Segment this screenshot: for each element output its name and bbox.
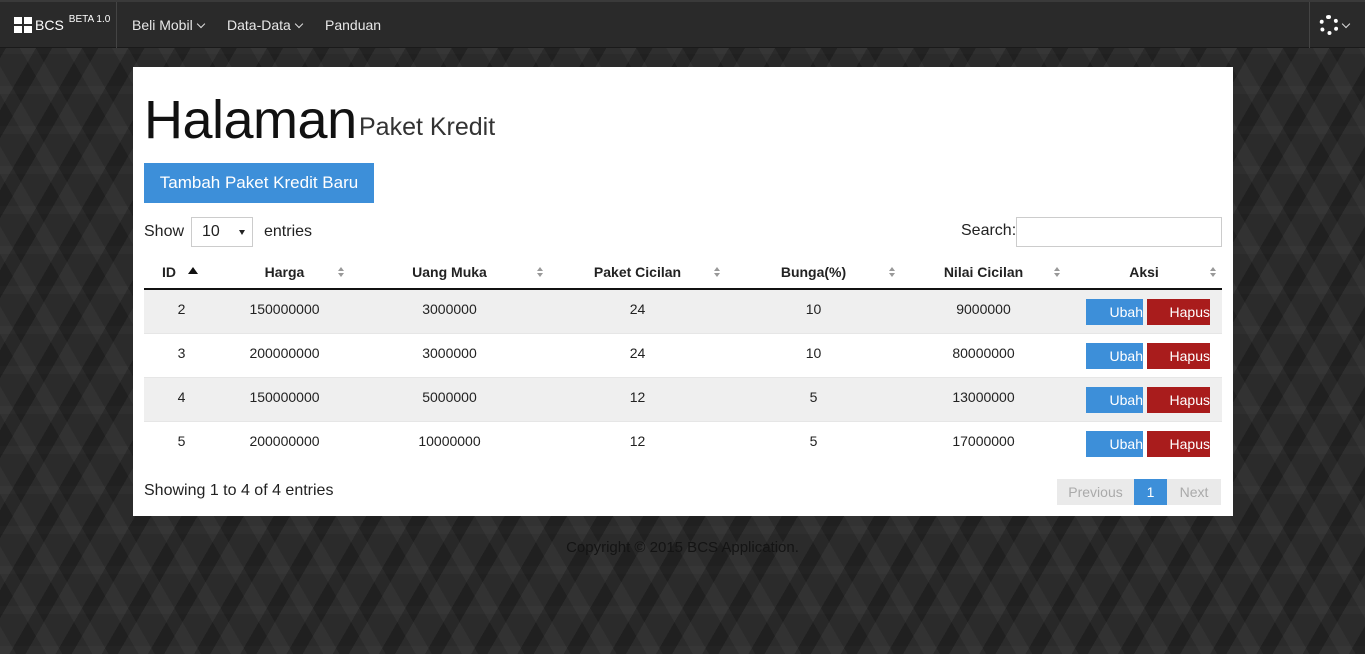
column-header-label: Paket Cicilan: [593, 264, 682, 280]
cell-uang-muka: 10000000: [418, 432, 481, 449]
cell-id: 2: [144, 289, 219, 334]
cell-bunga: 5: [726, 377, 901, 422]
column-header-nilai-cicilan[interactable]: Nilai Cicilan: [901, 256, 1066, 290]
navbar: BCS BETA 1.0 Beli Mobil Data-Data Pandua…: [0, 0, 1365, 48]
cell-uang-muka: 3000000: [350, 289, 549, 334]
page-title: Halaman: [144, 90, 357, 150]
nav-item-beli-mobil[interactable]: Beli Mobil: [132, 17, 205, 33]
brand[interactable]: BCS BETA 1.0: [14, 14, 111, 34]
cell-id: 4: [144, 377, 219, 422]
table-row: 5 200000000 10000000 12 5 17000000 Ubah H…: [144, 422, 1222, 466]
cell-aksi: Ubah Hapus: [1066, 289, 1222, 334]
column-header-label: ID: [162, 264, 176, 280]
delete-button[interactable]: Hapus: [1147, 298, 1210, 325]
sort-icon: [338, 267, 344, 277]
sort-icon: [537, 267, 543, 277]
edit-button[interactable]: Ubah: [1086, 342, 1143, 369]
sort-ascending-icon: [188, 267, 198, 274]
column-header-paket-cicilan[interactable]: Paket Cicilan: [549, 256, 726, 290]
column-header-harga[interactable]: Harga: [219, 256, 350, 290]
column-header-label: Harga: [264, 264, 305, 280]
brand-name: BCS: [35, 17, 64, 33]
edit-button[interactable]: Ubah: [1086, 386, 1143, 413]
grid-icon: [14, 17, 32, 33]
cell-harga: 150000000: [219, 289, 350, 334]
nav-item-label: Data-Data: [227, 17, 291, 33]
cell-id: 5: [177, 432, 186, 449]
nav-item-data-data[interactable]: Data-Data: [227, 17, 304, 33]
edit-button[interactable]: Ubah: [1086, 298, 1143, 325]
sort-icon: [1210, 267, 1216, 277]
page-subtitle: Paket Kredit: [359, 113, 496, 141]
delete-button[interactable]: Hapus: [1147, 430, 1210, 457]
table-info: Showing 1 to 4 of 4 entries: [144, 482, 334, 499]
chevron-down-icon: [294, 19, 304, 28]
add-paket-kredit-button[interactable]: Tambah Paket Kredit Baru: [144, 163, 374, 203]
pagination: Previous 1 Next: [1057, 479, 1221, 505]
pagination-next[interactable]: Next: [1167, 479, 1221, 505]
sort-icon: [889, 267, 895, 277]
cell-nilai-cicilan: 9000000: [901, 289, 1066, 334]
sort-icon: [714, 267, 720, 277]
cell-id: 3: [144, 333, 219, 378]
show-label: Show: [144, 223, 185, 240]
paket-kredit-table: ID Harga Uang Muka Paket Cicilan Bunga(%…: [144, 256, 1222, 465]
search-label: Search:: [961, 222, 1017, 239]
cell-nilai-cicilan: 17000000: [952, 432, 1015, 449]
brand-beta: BETA 1.0: [68, 14, 111, 25]
cell-aksi: Ubah Hapus: [1066, 333, 1222, 378]
sort-icon: [1054, 267, 1060, 277]
copyright-footer: Copyright © 2015 BCS Application.: [566, 539, 799, 556]
cell-harga: 200000000: [249, 432, 320, 449]
cell-bunga: 5: [809, 432, 818, 449]
column-header-uang-muka[interactable]: Uang Muka: [350, 256, 549, 290]
cell-paket-cicilan: 24: [549, 289, 726, 334]
cell-aksi: Ubah Hapus: [1066, 422, 1222, 466]
caret-down-icon: [239, 230, 245, 235]
entries-select-value: 10: [202, 223, 220, 240]
content-panel: Halaman Paket Kredit Tambah Paket Kredit…: [133, 67, 1233, 516]
cell-paket-cicilan: 12: [629, 432, 646, 449]
table-row: 2 150000000 3000000 24 10 9000000 Ubah Ha…: [144, 289, 1222, 334]
nav-item-label: Beli Mobil: [132, 17, 193, 33]
cell-harga: 200000000: [219, 333, 350, 378]
column-header-label: Bunga(%): [780, 264, 847, 280]
entries-label: entries: [264, 223, 313, 240]
table-row: 4 150000000 5000000 12 5 13000000 Ubah Ha…: [144, 377, 1222, 422]
column-header-label: Nilai Cicilan: [943, 264, 1024, 280]
nav-item-panduan[interactable]: Panduan: [325, 17, 381, 33]
column-header-label: Uang Muka: [412, 264, 487, 280]
cell-nilai-cicilan: 80000000: [901, 333, 1066, 378]
column-header-id[interactable]: ID: [144, 256, 219, 290]
cell-paket-cicilan: 12: [549, 377, 726, 422]
cell-bunga: 10: [726, 289, 901, 334]
search-input[interactable]: [1016, 217, 1222, 247]
cell-uang-muka: 5000000: [350, 377, 549, 422]
cell-aksi: Ubah Hapus: [1066, 377, 1222, 422]
cell-paket-cicilan: 24: [549, 333, 726, 378]
table-row: 3 200000000 3000000 24 10 80000000 Ubah H…: [144, 333, 1222, 378]
cell-nilai-cicilan: 13000000: [901, 377, 1066, 422]
edit-button[interactable]: Ubah: [1086, 430, 1143, 457]
nav-divider: [116, 2, 117, 48]
cell-bunga: 10: [726, 333, 901, 378]
pagination-previous[interactable]: Previous: [1057, 479, 1134, 505]
chevron-down-icon: [1341, 19, 1351, 28]
column-header-label: Aksi: [1129, 264, 1159, 280]
table-header-row: ID Harga Uang Muka Paket Cicilan Bunga(%…: [144, 256, 1222, 290]
entries-select[interactable]: 10: [191, 217, 253, 247]
column-header-aksi[interactable]: Aksi: [1066, 256, 1222, 290]
column-header-bunga[interactable]: Bunga(%): [726, 256, 901, 290]
nav-item-label: Panduan: [325, 17, 382, 33]
cell-harga: 150000000: [219, 377, 350, 422]
nav-divider: [1309, 2, 1310, 48]
pagination-page-current[interactable]: 1: [1134, 479, 1167, 505]
cell-uang-muka: 3000000: [350, 333, 549, 378]
chevron-down-icon: [196, 19, 205, 28]
delete-button[interactable]: Hapus: [1147, 342, 1210, 369]
delete-button[interactable]: Hapus: [1147, 386, 1210, 413]
gear-icon: [1319, 15, 1339, 35]
settings-menu[interactable]: [1319, 15, 1351, 35]
